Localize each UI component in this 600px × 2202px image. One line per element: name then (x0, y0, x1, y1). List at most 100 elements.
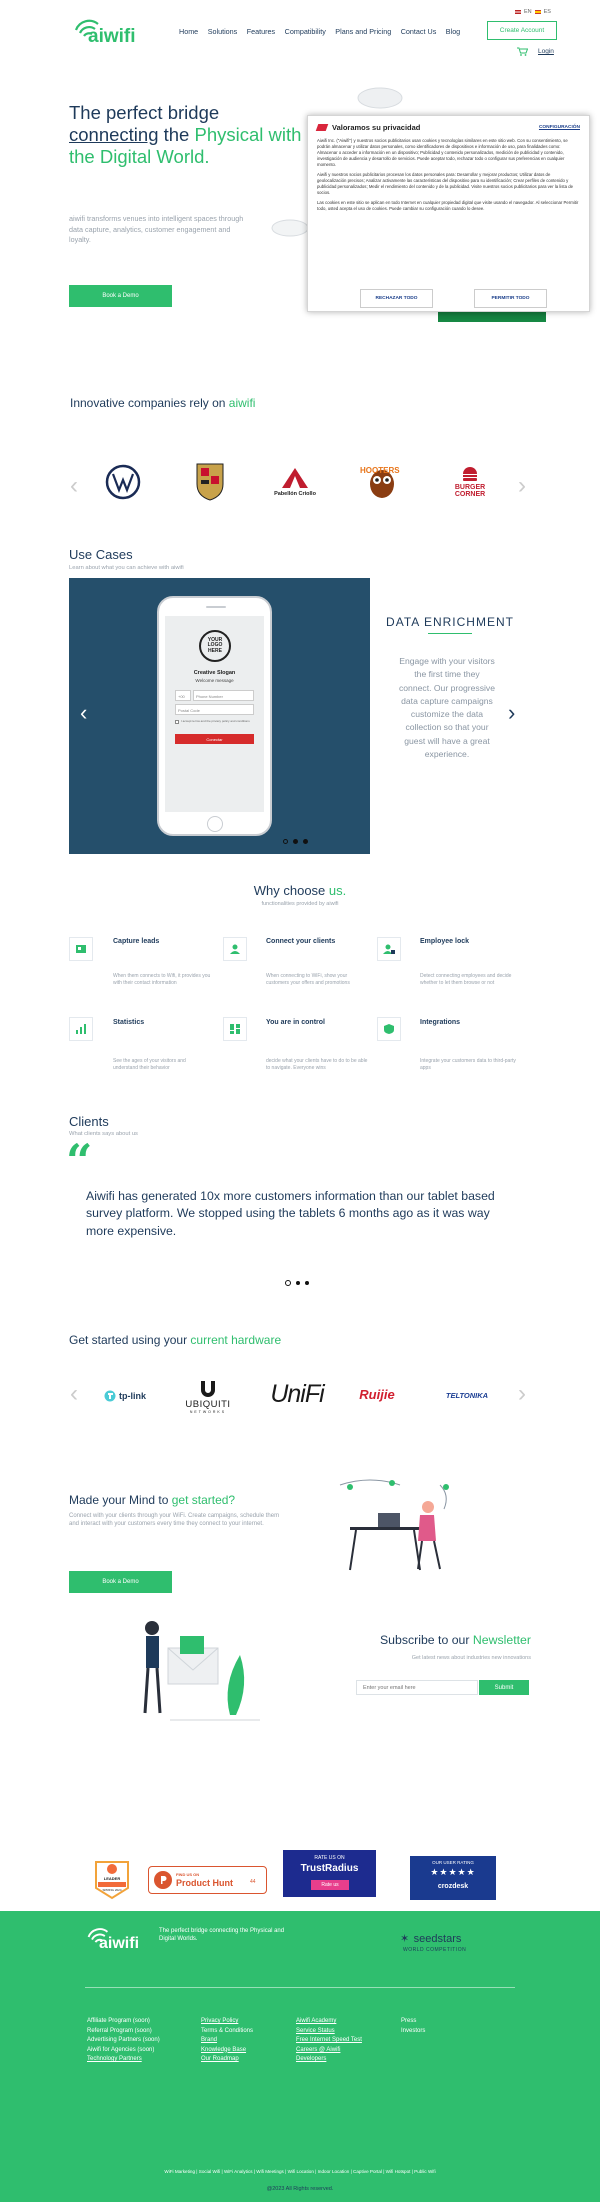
tplink-text: tp-link (119, 1391, 146, 1401)
usecase-dots (283, 839, 308, 844)
nav-solutions[interactable]: Solutions (208, 27, 238, 36)
newsletter-email-input[interactable] (356, 1680, 478, 1695)
footer-link-developers[interactable]: Developers (296, 2055, 406, 2065)
ubiquiti-icon (201, 1380, 215, 1397)
phone-speaker (206, 606, 226, 608)
product-hunt-badge[interactable]: FIND US ON Product Hunt 44 (148, 1866, 267, 1894)
cookie-dialog: Valoramos su privacidad CONFIGURACIÓN Ai… (307, 115, 590, 312)
footer-tagline: The perfect bridge connecting the Physic… (159, 1928, 285, 1942)
footer-link-careers[interactable]: Careers @ Aiwifi (296, 2046, 406, 2056)
logo-text: aiwifi (88, 26, 136, 47)
footer-seo-links[interactable]: WiFi Marketing | Social Wifi | WiFi Anal… (0, 2169, 600, 2174)
hardware-title: Get started using your current hardware (69, 1333, 282, 1347)
phone-slogan: Creative Slogan (193, 670, 236, 676)
footer-link-advertising[interactable]: Advertising Partners (soon) (87, 2036, 187, 2046)
language-switch[interactable]: EN ES (515, 9, 551, 15)
footer-link-academy[interactable]: Aiwifi Academy (296, 2017, 406, 2027)
footer-link-agencies[interactable]: Aiwifi for Agencies (soon) (87, 2046, 187, 2056)
subscribe-title: Subscribe to our Newsletter (379, 1633, 531, 1647)
cookie-accept-button[interactable]: PERMITIR TODO (474, 289, 547, 308)
footer-link-brand[interactable]: Brand (201, 2036, 291, 2046)
usecase-prev-arrow[interactable]: ‹ (80, 700, 87, 726)
footer-link-investors[interactable]: Investors (401, 2027, 461, 2037)
footer-link-referral[interactable]: Referral Program (soon) (87, 2027, 187, 2037)
crozdesk-badge[interactable]: OUR USER RATING ★★★★★ crozdesk (410, 1856, 496, 1900)
ubiquiti-text: UBIQUITI (185, 1398, 231, 1410)
g2-badge[interactable]: LEADER SPRING 2024 (92, 1860, 132, 1900)
nav-blog[interactable]: Blog (446, 27, 460, 36)
hardware-next-arrow[interactable]: › (518, 1380, 526, 1408)
company-logo-pabellon: Pabellón Criollo (272, 458, 318, 504)
nav-home[interactable]: Home (179, 27, 198, 36)
cookie-config-link[interactable]: CONFIGURACIÓN (539, 125, 580, 130)
why-title: Why choose us. (253, 883, 347, 898)
login-link[interactable]: Login (538, 48, 554, 55)
phone-mockup: YOUR LOGO HERE Creative Slogan Welcome m… (157, 596, 272, 836)
trustradius-rate-button[interactable]: Rate us (311, 1880, 349, 1890)
feature-title: You are in control (266, 1019, 325, 1026)
company-logo-burger-corner: Burger Corner (446, 456, 494, 506)
footer-link-privacy[interactable]: Privacy Policy (201, 2017, 291, 2027)
footer-link-technology-partners[interactable]: Technology Partners (87, 2055, 187, 2065)
footer-link-press[interactable]: Press (401, 2017, 461, 2027)
create-account-button[interactable]: Create Account (487, 21, 557, 40)
statistics-icon (69, 1017, 93, 1041)
trustradius-badge[interactable]: RATE US ON TrustRadius Rate us (283, 1850, 376, 1897)
cart-icon[interactable] (517, 47, 528, 56)
clients-dot-3[interactable] (305, 1281, 309, 1285)
footer-link-affiliate[interactable]: Affiliate Program (soon) (87, 2017, 187, 2027)
cookie-brand-icon (315, 124, 329, 131)
feature-desc: decide what your clients have to do to b… (266, 1058, 368, 1071)
phone-number-field[interactable]: Phone Number (193, 690, 254, 701)
ubiquiti-sub-text: NETWORKS (189, 1409, 227, 1414)
brand-tplink: tp-link (95, 1386, 155, 1406)
cookie-reject-button[interactable]: RECHAZAR TODO (360, 289, 433, 308)
footer-link-speed-test[interactable]: Free Internet Speed Test (296, 2036, 406, 2046)
phone-prefix-field[interactable]: +00 (175, 690, 191, 701)
feature-desc: When connecting to WiFi, show your custo… (266, 973, 350, 986)
unifi-text: UniFi (270, 1379, 324, 1408)
footer-link-terms[interactable]: Terms & Conditions (201, 2027, 291, 2037)
main-nav: Home Solutions Features Compatibility Pl… (179, 27, 460, 36)
companies-next-arrow[interactable]: › (518, 472, 526, 500)
trustradius-small: RATE US ON (314, 1855, 345, 1861)
footer-logo[interactable]: aiwifi (85, 1925, 145, 1955)
phone-terms-checkbox[interactable] (175, 720, 179, 724)
crozdesk-stars: ★★★★★ (430, 1867, 476, 1877)
usecase-dot-2[interactable] (293, 839, 298, 844)
hero-book-demo-button[interactable]: Book a Demo (69, 285, 172, 307)
usecase-dot-3[interactable] (303, 839, 308, 844)
lang-en[interactable]: EN (524, 9, 532, 15)
mind-book-demo-button[interactable]: Book a Demo (69, 1571, 172, 1593)
subscribe-subtitle: Get latest news about industries new inn… (411, 1655, 531, 1661)
usecase-dot-1[interactable] (283, 839, 288, 844)
feature-capture-leads: Capture leads When them connects to Wifi… (69, 937, 219, 987)
newsletter-submit-button[interactable]: Submit (479, 1680, 529, 1695)
feature-connect-clients: Connect your clients When connecting to … (223, 937, 373, 987)
control-icon (223, 1017, 247, 1041)
feature-integrations: Integrations Integrate your customers da… (377, 1017, 527, 1071)
footer-link-roadmap[interactable]: Our Roadmap (201, 2055, 291, 2065)
clients-dot-1[interactable] (285, 1280, 291, 1286)
nav-plans[interactable]: Plans and Pricing (335, 27, 391, 36)
usecase-slide-text: Engage with your visitors the first time… (398, 656, 495, 760)
companies-prev-arrow[interactable]: ‹ (70, 472, 78, 500)
footer-link-knowledge-base[interactable]: Knowledge Base (201, 2046, 291, 2056)
hardware-prev-arrow[interactable]: ‹ (70, 1380, 78, 1408)
phone-postal-field[interactable]: Postal Code (175, 704, 254, 715)
logo[interactable]: aiwifi (72, 16, 142, 47)
company-logo-hooters: Hooters (358, 462, 406, 502)
usecase-next-arrow[interactable]: › (508, 700, 515, 726)
nav-compatibility[interactable]: Compatibility (285, 27, 326, 36)
lang-es[interactable]: ES (544, 9, 551, 15)
clients-dot-2[interactable] (296, 1281, 300, 1285)
phone-connect-button[interactable]: Conectar (175, 734, 254, 744)
footer-link-status[interactable]: Service Status (296, 2027, 406, 2037)
feature-desc: See the ages of your visitors and unders… (113, 1058, 186, 1071)
crozdesk-brand: crozdesk (437, 1883, 469, 1890)
cookie-paragraph-1: Aiwifi Inc. ("Aiwifi") y nuestros socios… (317, 138, 568, 167)
employee-lock-icon (377, 937, 401, 961)
nav-features[interactable]: Features (247, 27, 275, 36)
nav-contact[interactable]: Contact Us (401, 27, 437, 36)
phone-terms-text: I accept terms and the privacy policy an… (181, 719, 250, 723)
